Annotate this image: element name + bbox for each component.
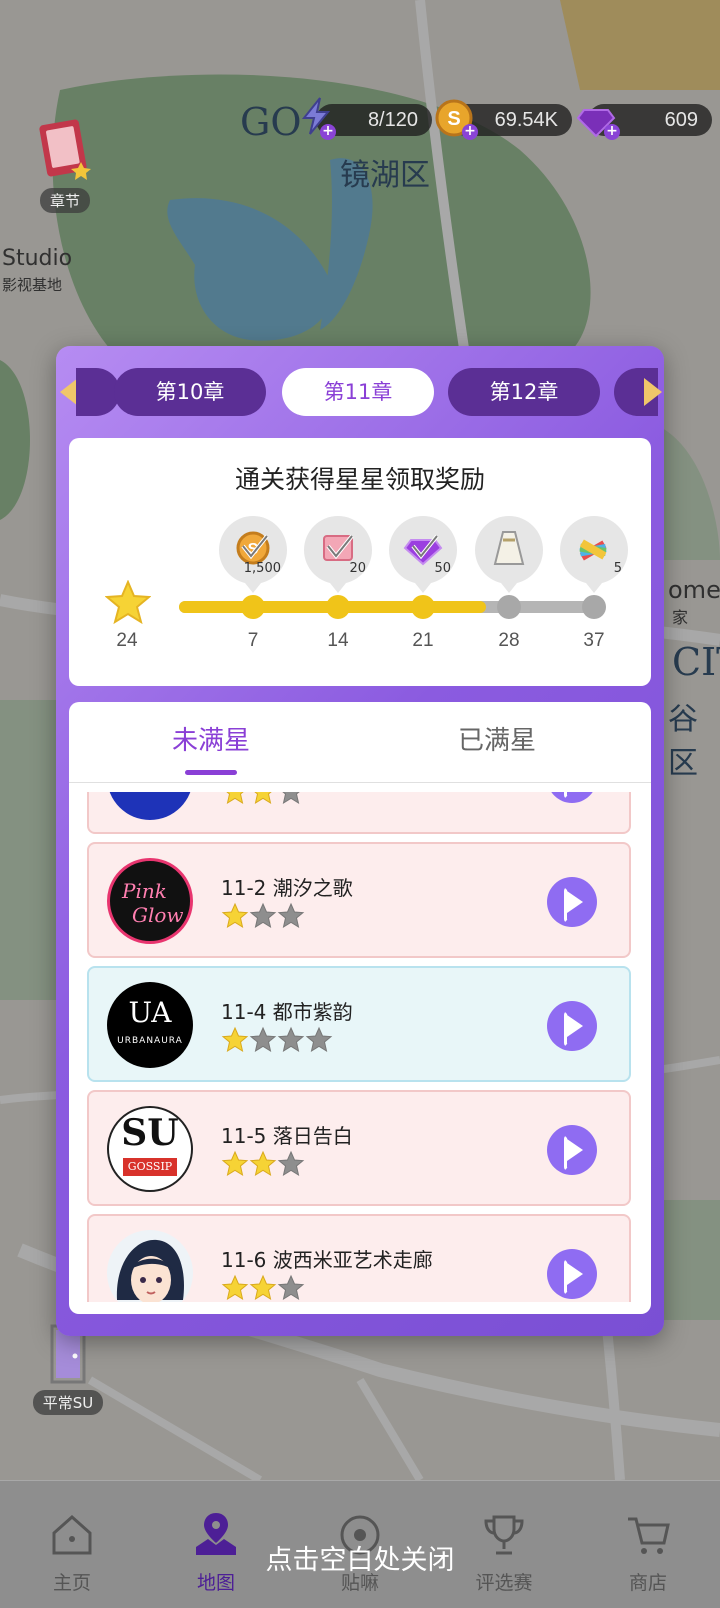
star-filled-icon <box>221 1026 249 1053</box>
pink-glow-logo-text-2: Glow <box>132 903 184 927</box>
milestone-node-37 <box>582 595 606 619</box>
chapters-label: 章节 <box>39 188 90 213</box>
urbanaura-mark: UA <box>128 996 172 1029</box>
star-rating <box>221 1150 305 1178</box>
level-name: 11-2 潮汐之歌 <box>221 876 353 900</box>
ordinary-su-label: 平常SU <box>32 1390 104 1415</box>
star-rating <box>221 1274 305 1302</box>
tab-finished[interactable]: 已满星 <box>397 720 597 757</box>
star-filled-icon <box>221 1274 249 1301</box>
star-filled-icon <box>249 1150 277 1177</box>
milestone-node-28 <box>497 595 521 619</box>
star-empty-icon <box>249 1026 277 1053</box>
urbanaura-name: URBANAURA <box>117 1036 183 1046</box>
svg-text:S: S <box>447 108 460 130</box>
chapter-reward-modal: 第10章 第11章 第12章 通关获得星星领取奖励 S 1,500 20 50 … <box>56 346 664 1336</box>
milestone-node-14 <box>326 595 350 619</box>
star-filled-icon <box>221 1150 249 1177</box>
urbanaura-logo: UA URBANAURA <box>107 982 193 1068</box>
chapter-tab-10[interactable]: 第10章 <box>114 368 266 416</box>
star-reward-card: 通关获得星星领取奖励 S 1,500 20 50 5 24 7 14 21 28… <box>69 438 651 686</box>
energy-add-icon[interactable]: + <box>320 124 336 140</box>
star-filled-icon <box>249 1274 277 1301</box>
color-palette-icon <box>579 539 607 561</box>
close-hint[interactable]: 点击空白处关闭 <box>0 1538 720 1577</box>
play-button[interactable] <box>547 792 597 803</box>
chapter-tab-12[interactable]: 第12章 <box>448 368 600 416</box>
chapter-book-icon <box>39 119 91 180</box>
reward-bubble-37[interactable]: 5 <box>560 516 628 593</box>
level-row[interactable]: Pink Glow 11-2 潮汐之歌 <box>87 842 631 958</box>
star-rating <box>221 792 305 806</box>
dress-icon <box>493 531 525 565</box>
milestone-label-14: 14 <box>327 630 349 651</box>
milestone-label-21: 21 <box>412 630 434 651</box>
play-button[interactable] <box>547 1125 597 1175</box>
current-stars-icon <box>105 580 151 625</box>
su-logo-text: SU <box>121 1112 179 1154</box>
level-list-card: 未满星 已满星 Pink Glow 11-2 潮汐之歌 UA URBANAURA… <box>69 702 651 1314</box>
star-empty-icon <box>277 1274 305 1301</box>
star-filled-icon <box>221 902 249 929</box>
milestone-label-37: 37 <box>583 630 605 651</box>
reward-bubble-14[interactable]: 20 <box>304 516 372 593</box>
reward-title: 通关获得星星领取奖励 <box>234 465 485 494</box>
artist-avatar <box>107 1230 193 1302</box>
star-empty-icon <box>277 902 305 929</box>
level-name: 11-4 都市紫韵 <box>221 1000 353 1024</box>
milestone-node-7 <box>241 595 265 619</box>
tab-divider <box>69 782 651 783</box>
star-rating <box>221 1026 333 1054</box>
reward-qty-37: 5 <box>613 561 622 576</box>
milestone-node-21 <box>411 595 435 619</box>
su-gossip-logo: SU GOSSIP <box>107 1106 193 1192</box>
play-button[interactable] <box>547 1249 597 1299</box>
artist-avatar-illustration <box>116 1239 184 1302</box>
pink-glow-logo-text-1: Pink <box>122 879 167 903</box>
next-chapter-arrow-icon[interactable] <box>644 378 662 406</box>
star-empty-icon <box>282 792 300 805</box>
star-empty-icon <box>249 902 277 929</box>
reward-qty-14: 20 <box>349 561 366 576</box>
level-row[interactable]: UA URBANAURA 11-4 都市紫韵 <box>87 966 631 1082</box>
play-button[interactable] <box>547 877 597 927</box>
milestone-label-7: 7 <box>247 630 259 651</box>
level-row[interactable]: SU GOSSIP 11-5 落日告白 <box>87 1090 631 1206</box>
star-filled-icon <box>226 792 244 805</box>
level-row[interactable] <box>87 792 631 834</box>
reward-bubble-7[interactable]: S 1,500 <box>219 516 287 593</box>
ublue-logo <box>107 792 193 820</box>
level-name: 11-6 波西米亚艺术走廊 <box>221 1248 433 1272</box>
gems-add-icon[interactable]: + <box>604 124 620 140</box>
star-rating <box>221 902 305 930</box>
tab-unfinished[interactable]: 未满星 <box>111 720 311 757</box>
chapter-tab-bar: 第10章 第11章 第12章 <box>56 368 664 418</box>
chapter-tab-11[interactable]: 第11章 <box>282 368 434 416</box>
play-button[interactable] <box>547 1001 597 1051</box>
reward-bubble-21[interactable]: 50 <box>389 516 457 593</box>
star-empty-icon <box>305 1026 333 1053</box>
level-name: 11-5 落日告白 <box>221 1124 353 1148</box>
reward-qty-7: 1,500 <box>243 561 281 576</box>
reward-qty-21: 50 <box>434 561 451 576</box>
level-list[interactable]: Pink Glow 11-2 潮汐之歌 UA URBANAURA 11-4 都市… <box>69 792 651 1302</box>
milestone-label-28: 28 <box>498 630 520 651</box>
current-stars-count: 24 <box>116 630 138 651</box>
chapters-shortcut[interactable]: 章节 <box>30 118 100 213</box>
star-empty-icon <box>277 1150 305 1177</box>
tab-active-indicator <box>185 770 237 775</box>
pink-glow-logo: Pink Glow <box>107 858 193 944</box>
star-empty-icon <box>277 1026 305 1053</box>
coins-add-icon[interactable]: + <box>462 124 478 140</box>
gossip-logo-text: GOSSIP <box>123 1158 177 1176</box>
reward-bubble-28[interactable] <box>475 516 543 593</box>
level-row[interactable]: 11-6 波西米亚艺术走廊 <box>87 1214 631 1302</box>
star-filled-icon <box>254 792 272 805</box>
